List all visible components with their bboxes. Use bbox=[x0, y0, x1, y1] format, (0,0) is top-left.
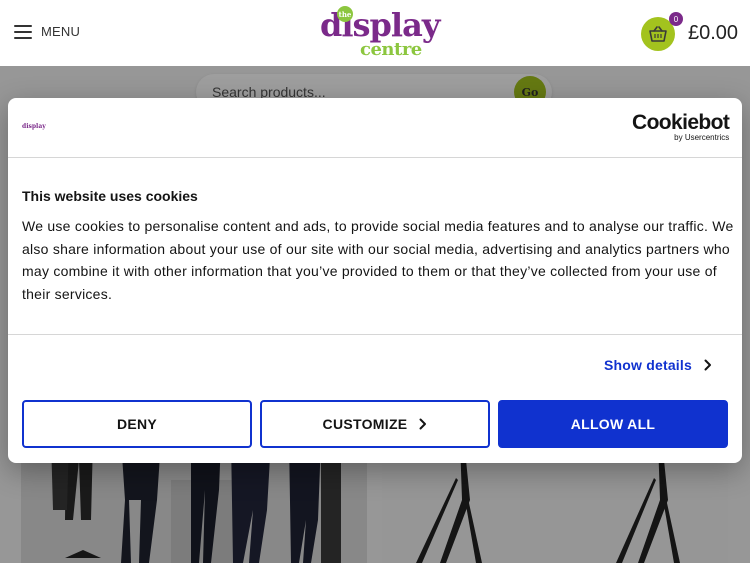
dialog-site-logo: display bbox=[22, 123, 46, 130]
chevron-right-icon bbox=[704, 359, 711, 371]
chevron-right-icon bbox=[419, 418, 427, 430]
show-details-link[interactable]: Show details bbox=[604, 357, 712, 373]
site-header: MENU display the centre 0 £0.00 bbox=[0, 0, 750, 66]
menu-label: MENU bbox=[41, 24, 81, 39]
menu-button[interactable]: MENU bbox=[14, 24, 80, 39]
cookiebot-subtitle: by Usercentrics bbox=[674, 133, 730, 142]
basket-count-badge: 0 bbox=[669, 12, 683, 26]
customize-button[interactable]: CUSTOMIZE bbox=[260, 400, 490, 448]
deny-button[interactable]: DENY bbox=[22, 400, 252, 448]
basket-total[interactable]: £0.00 bbox=[688, 22, 738, 45]
cookiebot-logo[interactable]: Cookiebot by Usercentrics bbox=[632, 111, 730, 143]
site-logo[interactable]: display the centre bbox=[320, 4, 440, 62]
dialog-divider bbox=[8, 334, 742, 335]
logo-word-centre: centre bbox=[360, 39, 422, 60]
dialog-title: This website uses cookies bbox=[22, 188, 198, 204]
dialog-header: display Cookiebot by Usercentrics bbox=[8, 98, 742, 158]
cookiebot-name: Cookiebot bbox=[632, 111, 730, 134]
customize-label: CUSTOMIZE bbox=[322, 416, 408, 432]
show-details-label: Show details bbox=[604, 357, 692, 373]
allow-all-button[interactable]: ALLOW ALL bbox=[498, 400, 728, 448]
basket-icon bbox=[649, 26, 667, 42]
deny-label: DENY bbox=[116, 416, 158, 432]
dialog-body-text: We use cookies to personalise content an… bbox=[22, 218, 734, 302]
hamburger-icon bbox=[14, 24, 32, 39]
cookie-consent-dialog: display Cookiebot by Usercentrics This w… bbox=[8, 98, 742, 463]
logo-the-badge: the bbox=[337, 6, 353, 22]
allow-all-label: ALLOW ALL bbox=[570, 416, 656, 432]
